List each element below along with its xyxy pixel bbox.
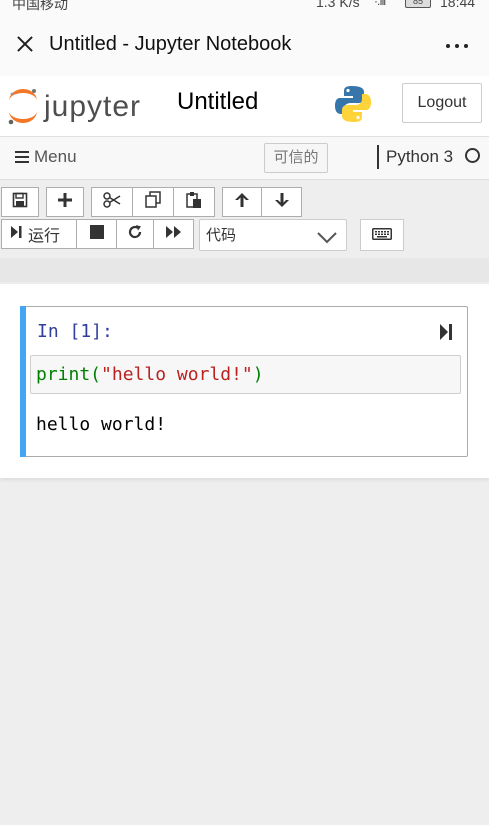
- toolbar-separator: [0, 258, 489, 282]
- keyboard-icon: [372, 227, 392, 244]
- clock: 18:44: [440, 0, 476, 10]
- run-label: 运行: [28, 228, 61, 245]
- webview-title-bar: Untitled - Jupyter Notebook: [0, 12, 489, 76]
- plus-icon: [58, 193, 72, 211]
- code-function: print(: [36, 364, 102, 385]
- status-bar: 中国移动 1.3 K/s ·.ıll 85 18:44: [0, 0, 489, 12]
- paste-icon: [185, 191, 203, 213]
- logout-button[interactable]: Logout: [402, 83, 482, 123]
- move-down-button[interactable]: [261, 187, 302, 217]
- save-icon: [12, 192, 28, 212]
- step-forward-icon: [10, 225, 22, 243]
- kernel-idle-icon: [465, 148, 480, 163]
- cell-type-select[interactable]: 代码: [199, 219, 347, 251]
- fast-forward-icon: [165, 225, 183, 243]
- python-logo-icon: [332, 83, 374, 130]
- signal-icon: ·.ıll: [374, 0, 386, 8]
- stop-icon: [89, 225, 104, 243]
- run-all-button[interactable]: [153, 219, 194, 249]
- cell-output: hello world!: [36, 414, 167, 435]
- more-icon[interactable]: [445, 30, 469, 56]
- cut-button[interactable]: [91, 187, 133, 217]
- hamburger-icon: [15, 151, 29, 163]
- interrupt-button[interactable]: [76, 219, 117, 249]
- command-palette-button[interactable]: [360, 219, 404, 251]
- paste-button[interactable]: [173, 187, 215, 217]
- arrow-up-icon: [234, 192, 250, 212]
- webview-title: Untitled - Jupyter Notebook: [49, 32, 292, 55]
- restart-button[interactable]: [116, 219, 154, 249]
- menu-label: Menu: [34, 147, 77, 166]
- jupyter-logo[interactable]: jupyter: [6, 84, 156, 128]
- code-editor[interactable]: print("hello world!"): [30, 355, 461, 394]
- notebook-name[interactable]: Untitled: [177, 88, 258, 116]
- cell-selected-indicator: [20, 306, 26, 457]
- insert-cell-button[interactable]: [46, 187, 84, 217]
- menu-button[interactable]: Menu: [15, 147, 77, 167]
- network-speed: 1.3 K/s: [316, 0, 360, 10]
- move-up-button[interactable]: [222, 187, 262, 217]
- battery-icon: 85: [405, 0, 431, 8]
- save-button[interactable]: [1, 187, 39, 217]
- arrow-down-icon: [274, 192, 290, 212]
- carrier-name: 中国移动: [12, 0, 68, 12]
- refresh-icon: [127, 224, 143, 244]
- run-cell-icon[interactable]: [439, 323, 453, 346]
- code-close-paren: ): [252, 364, 264, 385]
- cell-type-value: 代码: [206, 227, 237, 244]
- kernel-name: Python 3: [377, 145, 453, 169]
- copy-button[interactable]: [132, 187, 174, 217]
- input-prompt: In [1]:: [37, 321, 113, 342]
- jupyter-wordmark: jupyter: [44, 90, 142, 123]
- scissors-icon: [103, 192, 121, 212]
- run-button[interactable]: 运行: [1, 219, 77, 249]
- trusted-indicator[interactable]: 可信的: [264, 143, 328, 173]
- chevron-down-icon: [316, 226, 338, 258]
- code-string: "hello world!": [101, 364, 253, 385]
- code-cell[interactable]: In [1]: print("hello world!") hello worl…: [20, 306, 468, 457]
- menu-bar: Menu 可信的 Python 3: [0, 137, 489, 180]
- close-icon[interactable]: [13, 32, 37, 56]
- copy-icon: [144, 191, 162, 213]
- jupyter-header: jupyter Untitled Logout: [0, 76, 489, 137]
